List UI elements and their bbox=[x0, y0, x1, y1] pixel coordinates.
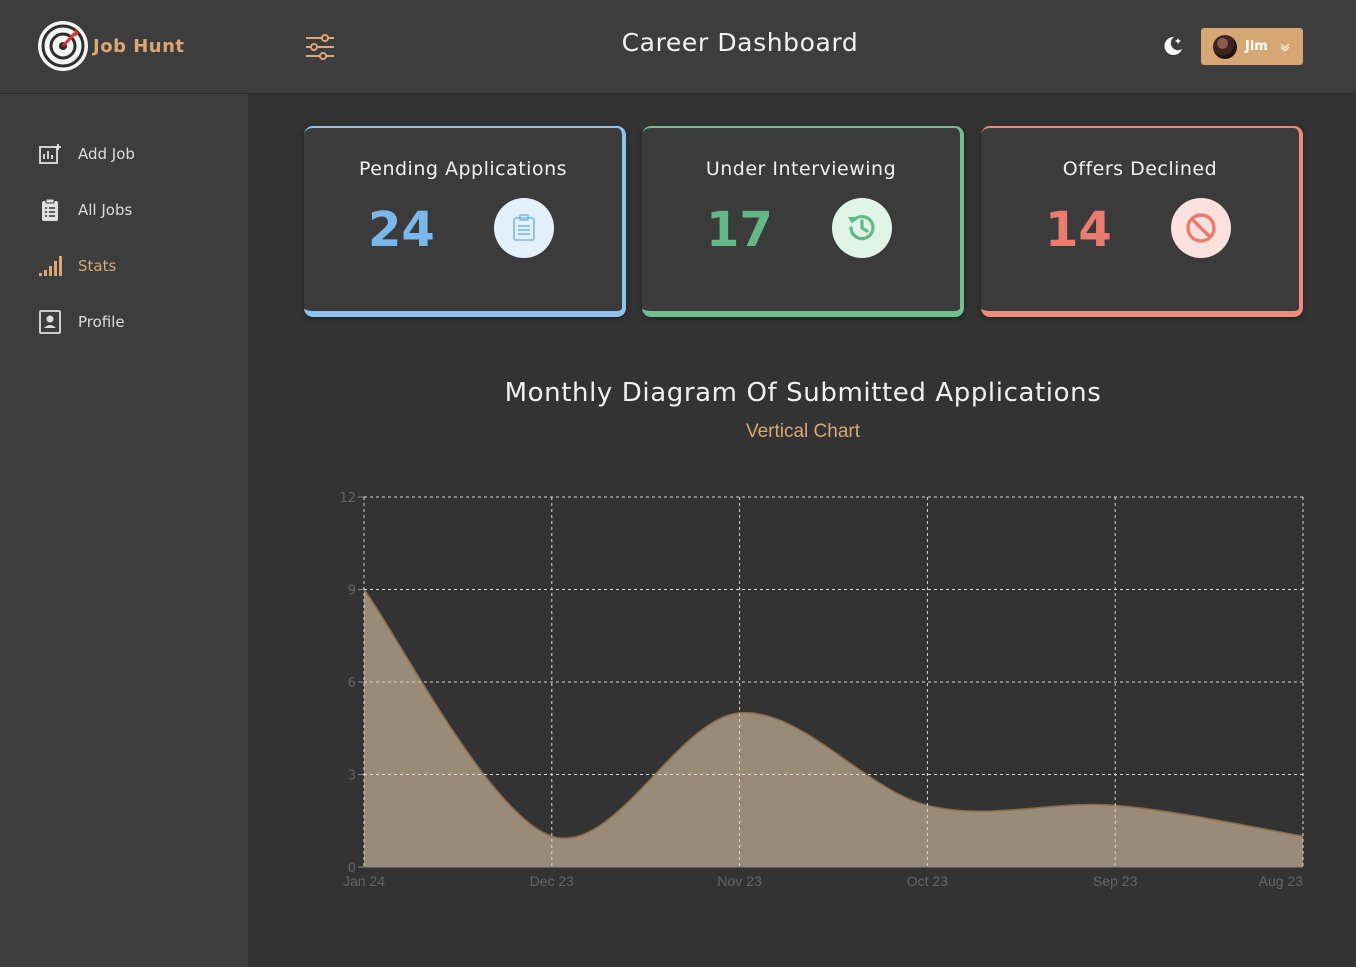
chart-x-tick-label: Aug 23 bbox=[1259, 873, 1304, 889]
sidebar-item-all-jobs[interactable]: All Jobs bbox=[38, 196, 135, 224]
sidebar-item-label: Profile bbox=[78, 313, 125, 331]
chevron-down-icon bbox=[1280, 43, 1290, 51]
chart-x-tick-label: Sep 23 bbox=[1093, 873, 1138, 889]
chart-y-tick-label: 3 bbox=[348, 769, 356, 784]
profile-card-icon bbox=[38, 310, 62, 334]
sidebar-item-stats[interactable]: Stats bbox=[38, 252, 135, 280]
sidebar-nav: Add Job All Jobs Stats Profile bbox=[38, 140, 135, 364]
page-title: Career Dashboard bbox=[621, 28, 859, 57]
clipboard-list-icon bbox=[38, 198, 62, 222]
top-bar: Job Hunt Career Dashboard Jim bbox=[0, 0, 1356, 94]
chart-x-tick-label: Jan 24 bbox=[343, 873, 385, 889]
chart-y-tick-label: 12 bbox=[339, 491, 356, 506]
sidebar-item-label: Add Job bbox=[78, 145, 135, 163]
applications-area-chart: 036912Jan 24 Dec 23 Nov 23 Oct 23 Sep 23 Aug … bbox=[339, 491, 1304, 889]
moon-stars-icon bbox=[1164, 36, 1182, 55]
app-logo[interactable]: Job Hunt bbox=[38, 21, 185, 71]
filter-menu-toggle-button[interactable] bbox=[304, 31, 336, 63]
sidebar-item-add-job[interactable]: Add Job bbox=[38, 140, 135, 168]
main-content: Pending Applications 24 Under Interviewi… bbox=[248, 95, 1356, 967]
add-chart-icon bbox=[38, 142, 62, 166]
sidebar-item-profile[interactable]: Profile bbox=[38, 308, 135, 336]
chart-area-fill bbox=[364, 589, 1303, 867]
chart-x-tick-label: Oct 23 bbox=[907, 873, 948, 889]
sliders-icon bbox=[306, 34, 334, 60]
app-name: Job Hunt bbox=[93, 35, 185, 57]
chart-x-tick-label: Dec 23 bbox=[530, 873, 575, 889]
chart-x-tick-label: Nov 23 bbox=[717, 873, 762, 889]
signal-bars-icon bbox=[38, 254, 62, 278]
target-logo-icon bbox=[38, 21, 88, 71]
chart-y-tick-label: 6 bbox=[348, 676, 356, 691]
dark-mode-toggle[interactable] bbox=[1160, 33, 1186, 59]
user-name: Jim bbox=[1245, 39, 1268, 54]
chart-y-tick-label: 9 bbox=[348, 584, 356, 599]
sidebar-item-label: Stats bbox=[78, 257, 117, 275]
sidebar-item-label: All Jobs bbox=[78, 201, 133, 219]
user-menu-button[interactable]: Jim bbox=[1201, 28, 1303, 65]
avatar bbox=[1213, 34, 1237, 59]
